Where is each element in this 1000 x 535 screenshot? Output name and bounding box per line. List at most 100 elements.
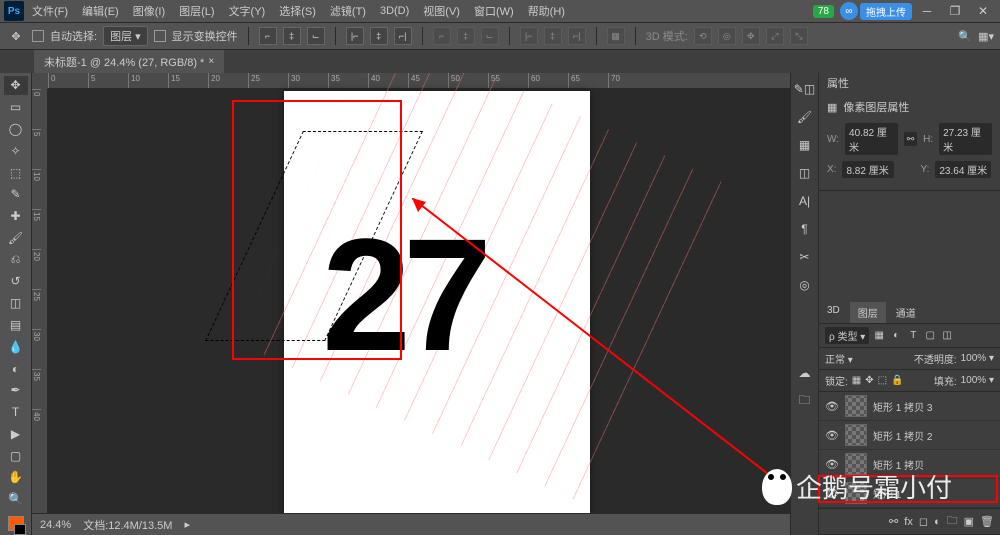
layer-row[interactable]: 👁 矩形 1 拷贝 2 bbox=[819, 421, 1000, 450]
menu-text[interactable]: 文字(Y) bbox=[223, 1, 272, 21]
filter-shape-icon[interactable]: ▢ bbox=[923, 329, 937, 343]
lock-all-icon[interactable]: 🔒 bbox=[891, 375, 903, 386]
restore-button[interactable]: ❐ bbox=[942, 0, 968, 22]
blur-tool[interactable]: 💧 bbox=[4, 337, 28, 356]
brush-tool[interactable]: 🖌 bbox=[4, 228, 28, 247]
lock-position-icon[interactable]: ✥ bbox=[865, 375, 873, 386]
menu-3d[interactable]: 3D(D) bbox=[374, 3, 415, 19]
magic-wand-tool[interactable]: ✧ bbox=[4, 141, 28, 160]
prop-x-value[interactable]: 8.82 厘米 bbox=[842, 161, 894, 178]
tab-layers[interactable]: 图层 bbox=[850, 302, 886, 323]
layer-row[interactable]: 👁 矩形 1 bbox=[819, 479, 1000, 508]
navigator-panel-icon[interactable]: ◎ bbox=[795, 275, 815, 295]
history-panel-icon[interactable]: ✎◫ bbox=[795, 79, 815, 99]
menu-file[interactable]: 文件(F) bbox=[26, 1, 74, 21]
filter-smart-icon[interactable]: ◫ bbox=[940, 329, 954, 343]
eraser-tool[interactable]: ◫ bbox=[4, 294, 28, 313]
rect-marquee-tool[interactable]: ▭ bbox=[4, 98, 28, 117]
visibility-toggle-icon[interactable]: 👁 bbox=[825, 429, 839, 442]
visibility-toggle-icon[interactable]: 👁 bbox=[825, 487, 839, 500]
menu-view[interactable]: 视图(V) bbox=[417, 1, 466, 21]
prop-h-value[interactable]: 27.23 厘米 bbox=[939, 123, 992, 155]
layer-thumbnail[interactable] bbox=[845, 424, 867, 446]
menu-select[interactable]: 选择(S) bbox=[273, 1, 322, 21]
align-bottom-button[interactable]: ⌙ bbox=[307, 27, 325, 45]
opacity-value[interactable]: 100% ▾ bbox=[961, 353, 994, 364]
background-color[interactable] bbox=[14, 524, 26, 535]
rectangle-tool[interactable]: ▢ bbox=[4, 446, 28, 465]
healing-brush-tool[interactable]: ✚ bbox=[4, 207, 28, 226]
prop-w-value[interactable]: 40.82 厘米 bbox=[845, 123, 898, 155]
fill-value[interactable]: 100% ▾ bbox=[961, 375, 994, 386]
gradient-tool[interactable]: ▤ bbox=[4, 316, 28, 335]
upload-badge[interactable]: 拖拽上传 bbox=[860, 3, 912, 20]
layer-row[interactable]: 👁 矩形 1 拷贝 bbox=[819, 450, 1000, 479]
layer-mask-icon[interactable]: ◻ bbox=[919, 515, 928, 528]
dodge-tool[interactable]: ◐ bbox=[4, 359, 28, 378]
lock-artboard-icon[interactable]: ⬚ bbox=[878, 375, 887, 386]
character-panel-icon[interactable]: A| bbox=[795, 191, 815, 211]
menu-filter[interactable]: 滤镜(T) bbox=[324, 1, 372, 21]
link-wh-icon[interactable]: ⚯ bbox=[904, 132, 917, 146]
layer-thumbnail[interactable] bbox=[845, 453, 867, 475]
paragraph-panel-icon[interactable]: ¶ bbox=[795, 219, 815, 239]
move-tool[interactable]: ✥ bbox=[4, 76, 28, 95]
tools-preset-icon[interactable]: ✂ bbox=[795, 247, 815, 267]
filter-text-icon[interactable]: T bbox=[906, 329, 920, 343]
filter-type-dropdown[interactable]: ρ 类型 ▾ bbox=[825, 327, 869, 344]
close-button[interactable]: ✕ bbox=[970, 0, 996, 22]
zoom-tool[interactable]: 🔍 bbox=[4, 490, 28, 509]
hand-tool[interactable]: ✋ bbox=[4, 468, 28, 487]
blend-mode-dropdown[interactable]: 正常 ▾ bbox=[825, 351, 910, 366]
tab-close-icon[interactable]: × bbox=[208, 56, 214, 67]
styles-panel-icon[interactable]: ◫ bbox=[795, 163, 815, 183]
cc-libraries-icon[interactable]: ☁ bbox=[795, 363, 815, 383]
workspace-icon[interactable]: ▦▾ bbox=[978, 30, 994, 43]
align-right-button[interactable]: ⌐| bbox=[394, 27, 412, 45]
delete-layer-icon[interactable]: 🗑 bbox=[980, 515, 994, 528]
prop-y-value[interactable]: 23.64 厘米 bbox=[935, 161, 991, 178]
adjustment-layer-icon[interactable]: ◐ bbox=[934, 516, 941, 528]
minimize-button[interactable]: ─ bbox=[914, 0, 940, 22]
clone-stamp-tool[interactable]: ⎌ bbox=[4, 250, 28, 269]
ruler-vertical[interactable]: 0510152025303540 bbox=[32, 89, 48, 535]
libraries-icon[interactable]: 🗀 bbox=[795, 391, 815, 411]
path-select-tool[interactable]: ▶ bbox=[4, 425, 28, 444]
align-top-button[interactable]: ⌐ bbox=[259, 27, 277, 45]
layer-style-icon[interactable]: fx bbox=[904, 516, 913, 528]
zoom-level[interactable]: 24.4% bbox=[40, 519, 71, 531]
menu-help[interactable]: 帮助(H) bbox=[522, 1, 571, 21]
auto-select-checkbox[interactable] bbox=[32, 30, 44, 42]
lock-pixels-icon[interactable]: ▦ bbox=[852, 375, 861, 386]
eyedropper-tool[interactable]: ✎ bbox=[4, 185, 28, 204]
layer-row[interactable]: 👁 矩形 1 拷贝 3 bbox=[819, 392, 1000, 421]
filter-pixel-icon[interactable]: ▦ bbox=[872, 329, 886, 343]
tab-channels[interactable]: 通道 bbox=[888, 302, 924, 323]
swatches-panel-icon[interactable]: ▦ bbox=[795, 135, 815, 155]
layer-thumbnail[interactable] bbox=[845, 482, 867, 504]
menu-window[interactable]: 窗口(W) bbox=[468, 1, 520, 21]
pen-tool[interactable]: ✒ bbox=[4, 381, 28, 400]
menu-image[interactable]: 图像(I) bbox=[127, 1, 171, 21]
align-left-button[interactable]: |⌐ bbox=[346, 27, 364, 45]
visibility-toggle-icon[interactable]: 👁 bbox=[825, 400, 839, 413]
menu-layer[interactable]: 图层(L) bbox=[173, 1, 220, 21]
show-transform-checkbox[interactable] bbox=[154, 30, 166, 42]
lasso-tool[interactable]: ◯ bbox=[4, 120, 28, 139]
properties-tab[interactable]: 属性 bbox=[819, 73, 1000, 93]
align-vcenter-button[interactable]: ‡ bbox=[283, 27, 301, 45]
notification-badge[interactable]: 78 bbox=[813, 5, 834, 18]
filter-adjust-icon[interactable]: ◐ bbox=[889, 329, 903, 343]
crop-tool[interactable]: ⬚ bbox=[4, 163, 28, 182]
auto-select-dropdown[interactable]: 图层 ▾ bbox=[103, 26, 148, 46]
layer-thumbnail[interactable] bbox=[845, 395, 867, 417]
menu-edit[interactable]: 编辑(E) bbox=[76, 1, 125, 21]
link-layers-icon[interactable]: ⚯ bbox=[889, 515, 898, 528]
ruler-horizontal[interactable]: 0510152025303540455055606570 bbox=[48, 73, 790, 89]
visibility-toggle-icon[interactable]: 👁 bbox=[825, 458, 839, 471]
doc-info-arrow-icon[interactable]: ▸ bbox=[184, 518, 190, 531]
type-tool[interactable]: T bbox=[4, 403, 28, 422]
brushes-panel-icon[interactable]: 🖌 bbox=[795, 107, 815, 127]
document-tab[interactable]: 未标题-1 @ 24.4% (27, RGB/8) * × bbox=[34, 50, 224, 73]
tab-3d[interactable]: 3D bbox=[819, 302, 848, 323]
